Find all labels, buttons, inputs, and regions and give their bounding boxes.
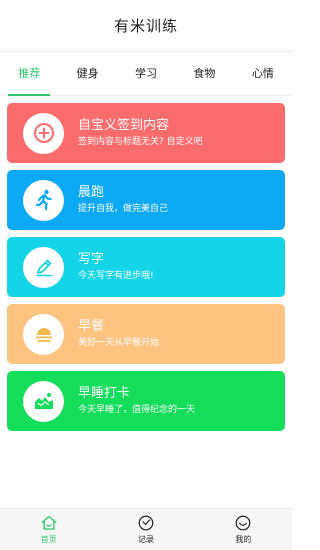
card-title: 写字 (78, 252, 105, 267)
nav-mine[interactable]: 我的 (195, 509, 292, 550)
card-icon-circle (23, 313, 64, 355)
card-breakfast[interactable]: 早餐 美好一天从早餐开始 (7, 304, 285, 364)
smiley-icon (235, 515, 251, 531)
nav-home-label: 首页 (40, 535, 57, 544)
card-subtitle: 今天早睡了，值得纪念的一天 (78, 405, 196, 415)
tab-study[interactable]: 学习 (117, 52, 175, 96)
landscape-icon (34, 393, 53, 409)
page-title: 有米训练 (113, 17, 178, 35)
sunrise-icon (35, 328, 52, 342)
bottom-navigation: 首页 记录 我的 (0, 508, 292, 550)
card-title: 早睡打卡 (78, 386, 131, 401)
plus-circle-icon (33, 123, 54, 143)
nav-mine-label: 我的 (235, 535, 252, 544)
card-subtitle: 提升自我，做完美自己 (78, 204, 169, 214)
checkin-card-list: 自宝义签到内容 签到内容与标题无关? 自定义吧 晨跑 提升自我，做完美自己 写字… (0, 96, 292, 431)
home-icon (41, 515, 57, 530)
nav-records-label: 记录 (137, 535, 154, 544)
card-morning-run[interactable]: 晨跑 提升自我，做完美自己 (7, 170, 285, 230)
tab-mood[interactable]: 心情 (234, 52, 292, 96)
card-subtitle: 签到内容与标题无关? 自定义吧 (78, 137, 203, 147)
card-title: 晨跑 (78, 185, 105, 200)
card-icon-circle (23, 112, 64, 154)
tab-recommend[interactable]: 推荐 (0, 52, 58, 96)
card-title: 自宝义签到内容 (78, 118, 170, 133)
nav-home[interactable]: 首页 (0, 509, 97, 550)
card-subtitle: 今天写字有进步哦! (78, 271, 154, 281)
card-icon-circle (23, 179, 64, 221)
card-icon-circle (23, 246, 64, 288)
clock-icon (138, 515, 154, 531)
app-root: 有米训练 推荐 健身 学习 食物 心情 自宝义签到内容 签到内容与标题无关? 自… (0, 0, 292, 550)
card-handwriting[interactable]: 写字 今天写字有进步哦! (7, 237, 285, 297)
card-custom-checkin[interactable]: 自宝义签到内容 签到内容与标题无关? 自定义吧 (7, 103, 285, 163)
pencil-icon (35, 259, 52, 277)
card-subtitle: 美好一天从早餐开始 (78, 338, 160, 348)
tab-fitness[interactable]: 健身 (58, 52, 116, 96)
card-title: 早餐 (78, 319, 105, 334)
nav-records[interactable]: 记录 (97, 509, 194, 550)
card-icon-circle (23, 380, 64, 422)
category-tabs: 推荐 健身 学习 食物 心情 (0, 52, 292, 96)
card-early-sleep[interactable]: 早睡打卡 今天早睡了，值得纪念的一天 (7, 371, 285, 431)
top-bar: 有米训练 (0, 0, 292, 52)
tab-food[interactable]: 食物 (175, 52, 233, 96)
runner-icon (35, 189, 52, 211)
